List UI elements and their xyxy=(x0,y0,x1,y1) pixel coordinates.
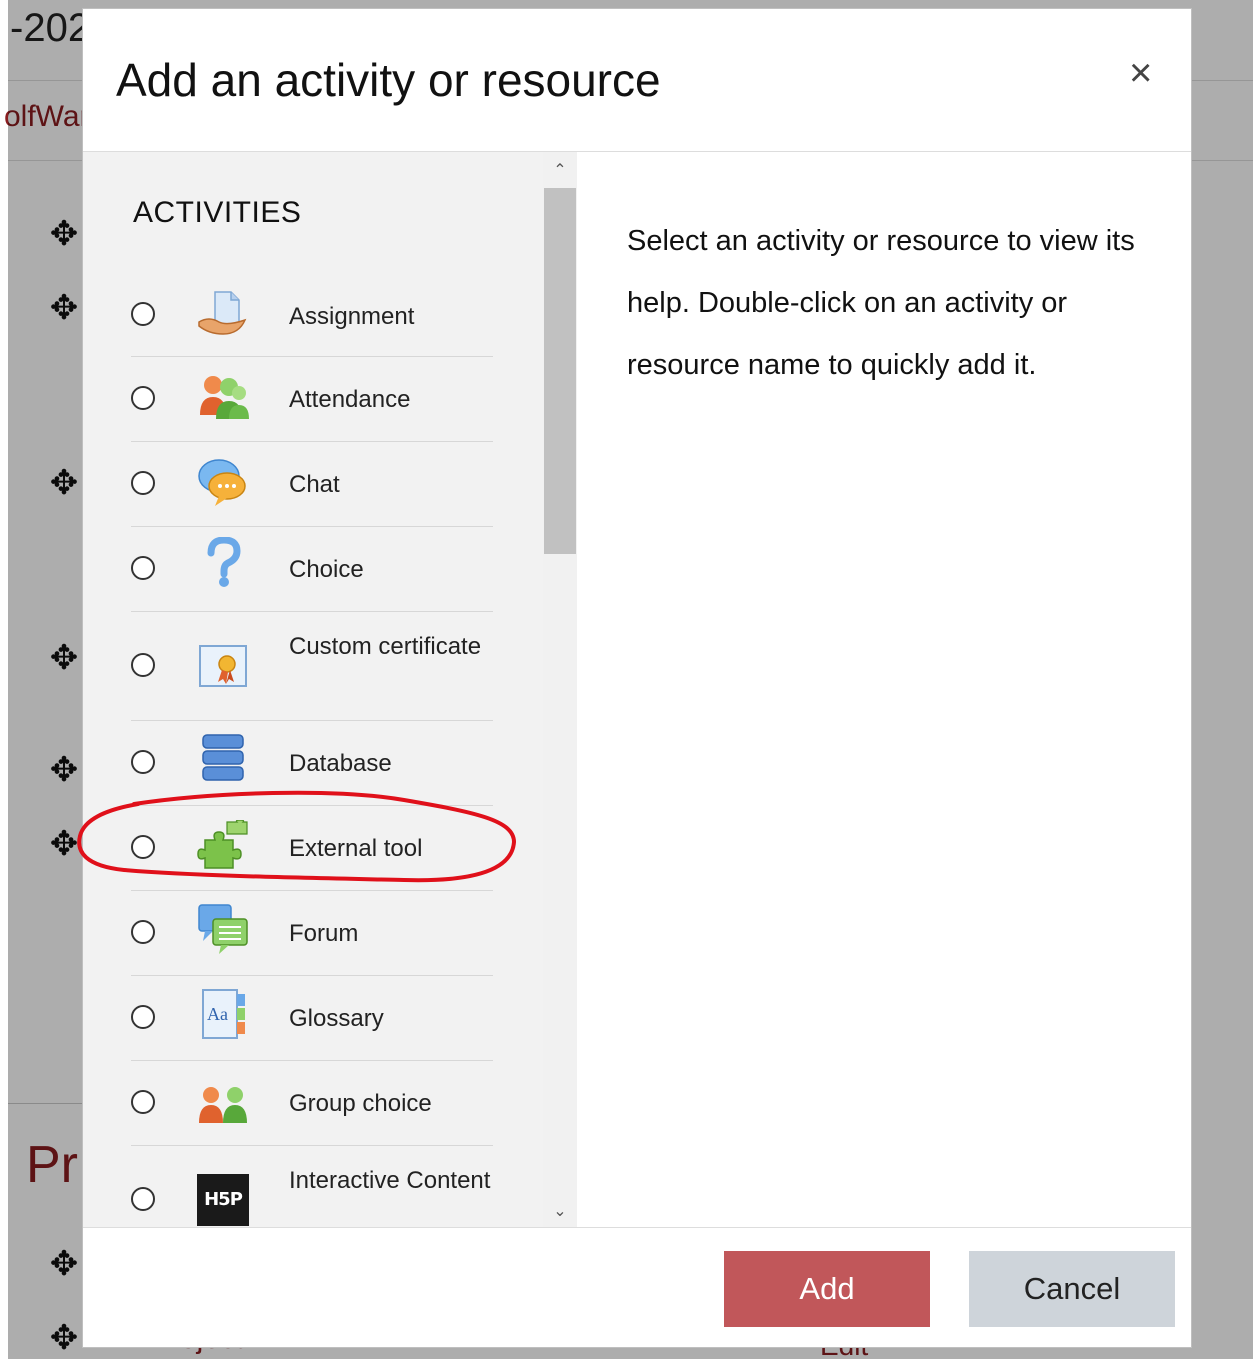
help-text: Select an activity or resource to view i… xyxy=(627,225,1135,381)
scroll-up-arrow-icon[interactable]: ⌃ xyxy=(543,160,577,180)
radio-button[interactable] xyxy=(131,1005,155,1029)
modal-title: Add an activity or resource xyxy=(116,54,661,106)
activity-option-assignment[interactable]: Assignment xyxy=(131,276,493,357)
activity-label: Choice xyxy=(289,556,364,583)
activity-option-custom-certificate[interactable]: Custom certificate xyxy=(131,612,493,721)
activity-option-forum[interactable]: Forum xyxy=(131,891,493,976)
activity-option-external-tool[interactable]: External tool xyxy=(131,806,493,891)
radio-button[interactable] xyxy=(131,653,155,677)
activity-label: Chat xyxy=(289,471,340,498)
activity-label: Custom certificate xyxy=(289,633,482,660)
help-pane: Select an activity or resource to view i… xyxy=(577,152,1191,1227)
cancel-button[interactable]: Cancel xyxy=(969,1251,1175,1327)
scroll-down-arrow-icon[interactable]: ⌄ xyxy=(543,1201,577,1221)
modal-header: Add an activity or resource × xyxy=(83,9,1191,152)
h5p-icon: H5P xyxy=(197,1174,249,1226)
activity-chooser-modal: Add an activity or resource × ACTIVITIES… xyxy=(82,8,1192,1348)
activity-label: Group choice xyxy=(289,1090,432,1117)
section-heading: ACTIVITIES xyxy=(133,196,302,229)
activity-label: Database xyxy=(289,750,392,777)
scrollbar[interactable]: ⌃ ⌄ xyxy=(543,152,577,1227)
database-icon xyxy=(202,734,244,781)
radio-button[interactable] xyxy=(131,1090,155,1114)
activity-list-pane: ACTIVITIES Assignment Attendance Chat Ch… xyxy=(83,152,543,1227)
radio-button[interactable] xyxy=(131,302,155,326)
activity-option-group-choice[interactable]: Group choice xyxy=(131,1061,493,1146)
radio-button[interactable] xyxy=(131,920,155,944)
activity-option-choice[interactable]: Choice xyxy=(131,527,493,612)
forum-icon xyxy=(198,904,248,954)
activity-label: External tool xyxy=(289,835,423,862)
svg-text:Aa: Aa xyxy=(207,1004,228,1024)
activity-option-database[interactable]: Database xyxy=(131,721,493,806)
activity-option-glossary[interactable]: Aa Glossary xyxy=(131,976,493,1061)
activity-option-interactive-content[interactable]: H5P Interactive Content xyxy=(131,1146,493,1227)
activity-label: Attendance xyxy=(289,386,411,413)
chat-icon xyxy=(198,459,246,506)
puzzle-icon xyxy=(197,820,248,869)
activity-label: Forum xyxy=(289,920,359,947)
add-button[interactable]: Add xyxy=(724,1251,930,1327)
radio-button[interactable] xyxy=(131,471,155,495)
group-choice-icon xyxy=(199,1087,247,1123)
scrollbar-thumb[interactable] xyxy=(544,188,576,554)
radio-button[interactable] xyxy=(131,386,155,410)
radio-button[interactable] xyxy=(131,1187,155,1211)
radio-button[interactable] xyxy=(131,750,155,774)
assignment-icon xyxy=(198,291,247,335)
attendance-icon xyxy=(200,376,249,419)
certificate-icon xyxy=(199,645,247,687)
activity-option-chat[interactable]: Chat xyxy=(131,442,493,527)
activity-label: Assignment xyxy=(289,303,415,330)
glossary-icon: Aa xyxy=(202,989,245,1039)
choice-icon xyxy=(207,537,241,587)
activity-label: Interactive Content xyxy=(289,1167,491,1194)
modal-footer: Add Cancel xyxy=(83,1227,1191,1348)
radio-button[interactable] xyxy=(131,556,155,580)
activity-option-attendance[interactable]: Attendance xyxy=(131,357,493,442)
close-icon[interactable]: × xyxy=(1129,53,1152,93)
radio-button[interactable] xyxy=(131,835,155,859)
activity-label: Glossary xyxy=(289,1005,384,1032)
